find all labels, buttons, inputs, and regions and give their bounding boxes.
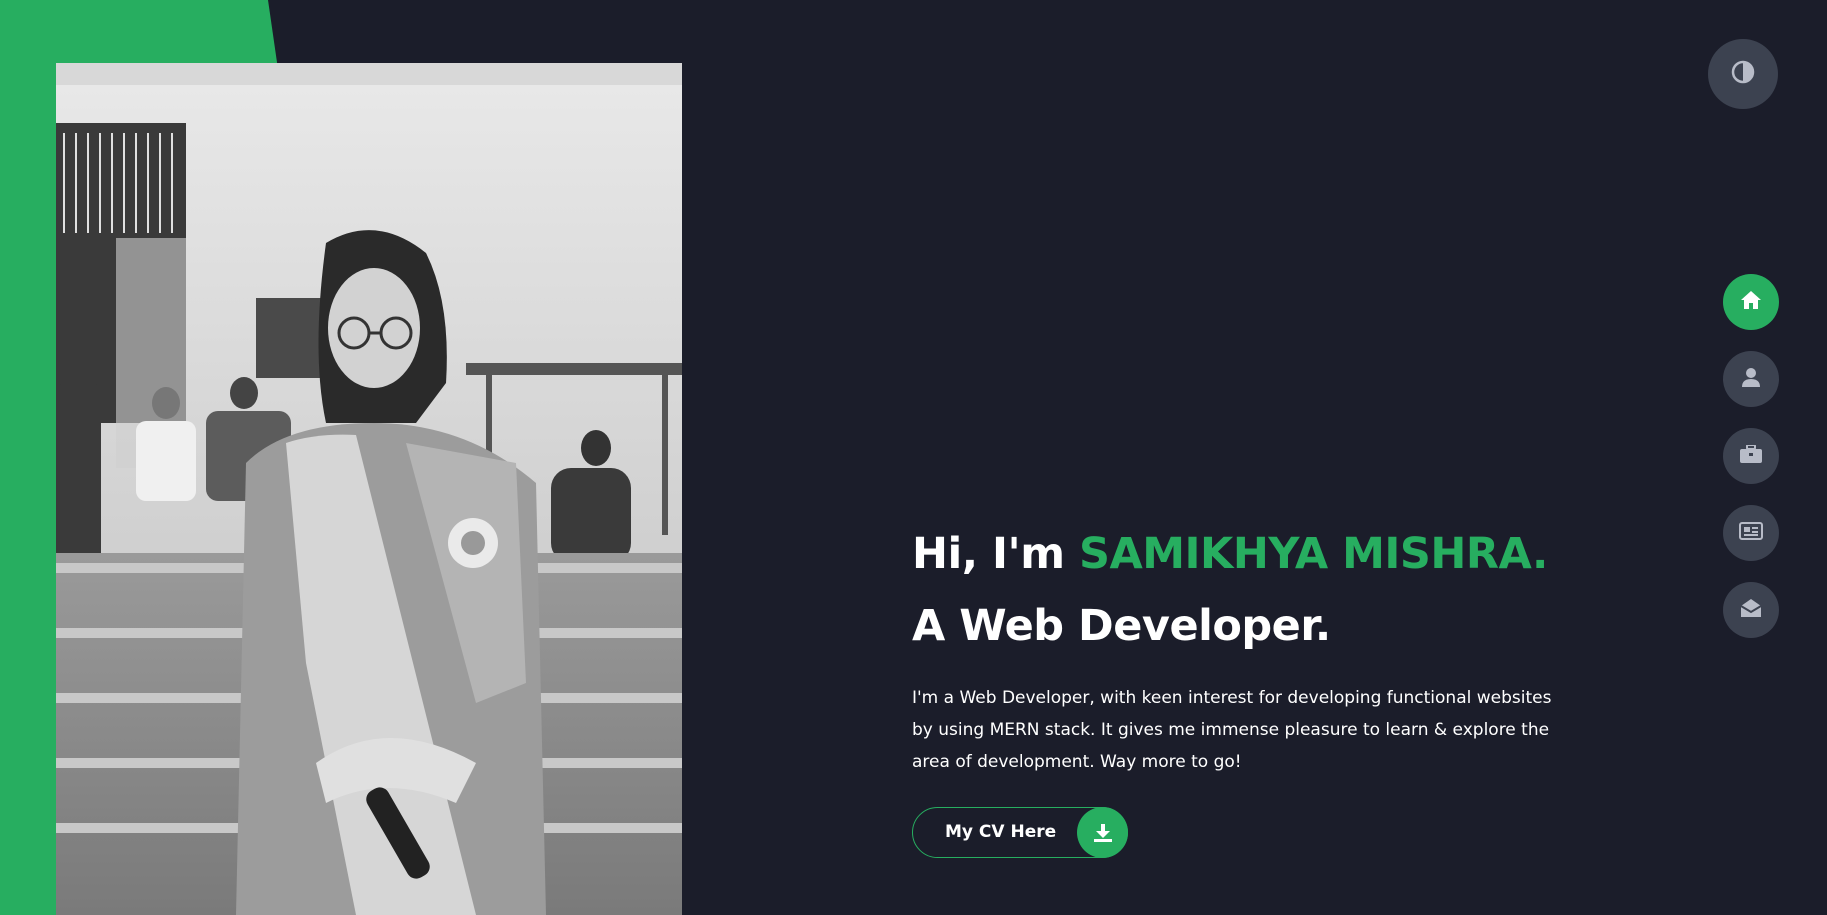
download-cv-button[interactable]: My CV Here	[912, 807, 1128, 858]
user-icon	[1742, 367, 1760, 391]
envelope-open-icon	[1740, 598, 1762, 622]
download-icon	[1077, 807, 1128, 858]
home-icon	[1740, 290, 1762, 314]
nav-contact-button[interactable]	[1723, 582, 1779, 638]
theme-toggle-button[interactable]	[1708, 39, 1778, 109]
briefcase-icon	[1740, 444, 1762, 467]
hero-role: A Web Developer.	[912, 601, 1331, 651]
newspaper-icon	[1739, 522, 1763, 544]
nav-blog-button[interactable]	[1723, 505, 1779, 561]
hero-section: Hi, I'm SAMIKHYA MISHRA. A Web Developer…	[912, 518, 1612, 778]
side-navigation	[1723, 274, 1779, 659]
download-cv-label: My CV Here	[945, 822, 1057, 842]
nav-home-button[interactable]	[1723, 274, 1779, 330]
nav-about-button[interactable]	[1723, 351, 1779, 407]
home-page: Hi, I'm SAMIKHYA MISHRA. A Web Developer…	[0, 0, 1827, 915]
nav-portfolio-button[interactable]	[1723, 428, 1779, 484]
hero-name: SAMIKHYA MISHRA.	[1078, 529, 1548, 579]
profile-photo	[56, 63, 682, 915]
hero-heading: Hi, I'm SAMIKHYA MISHRA. A Web Developer…	[912, 518, 1612, 662]
half-circle-contrast-icon	[1731, 60, 1755, 88]
hero-greeting: Hi, I'm	[912, 529, 1079, 579]
hero-description: I'm a Web Developer, with keen interest …	[912, 688, 1552, 772]
